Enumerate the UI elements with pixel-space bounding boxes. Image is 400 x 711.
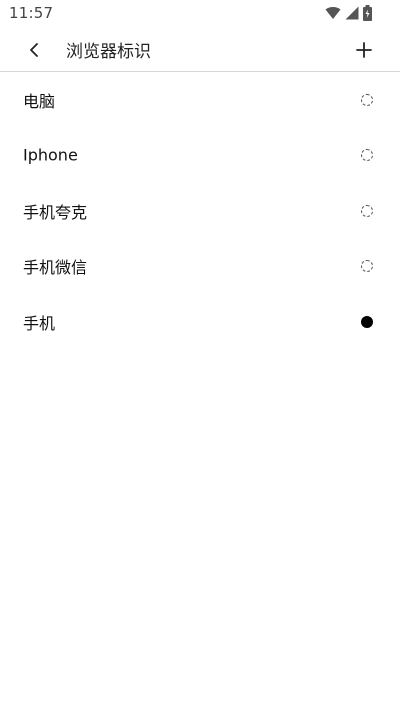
user-agent-list: 电脑 Iphone 手机夸克 手机微信 手机 [0,72,400,350]
add-button[interactable] [350,36,378,64]
page-title: 浏览器标识 [66,42,151,62]
radio-button[interactable] [361,149,373,162]
radio-button-selected[interactable] [361,315,373,328]
list-item-label: 电脑 [23,91,56,111]
back-button[interactable] [20,36,48,64]
battery-icon [363,5,372,21]
list-item-label: 手机 [23,313,56,333]
status-time: 11:57 [9,4,54,22]
list-item-quark-mobile[interactable]: 手机夸克 [0,183,400,239]
chevron-left-icon [30,43,38,57]
list-item-iphone[interactable]: Iphone [0,128,400,184]
radio-button[interactable] [361,204,373,217]
radio-button[interactable] [361,93,373,106]
wifi-icon [325,7,341,20]
status-icons [325,5,372,21]
signal-icon [345,6,359,20]
list-item-label: 手机微信 [23,258,88,278]
list-item-mobile[interactable]: 手机 [0,294,400,350]
app-bar: 浏览器标识 [0,28,400,72]
list-item-label: Iphone [23,145,78,165]
list-item-wechat-mobile[interactable]: 手机微信 [0,239,400,295]
list-item-desktop[interactable]: 电脑 [0,72,400,128]
status-bar: 11:57 [0,0,400,28]
list-item-label: 手机夸克 [23,202,88,222]
plus-icon [356,42,372,58]
radio-button[interactable] [361,260,373,273]
